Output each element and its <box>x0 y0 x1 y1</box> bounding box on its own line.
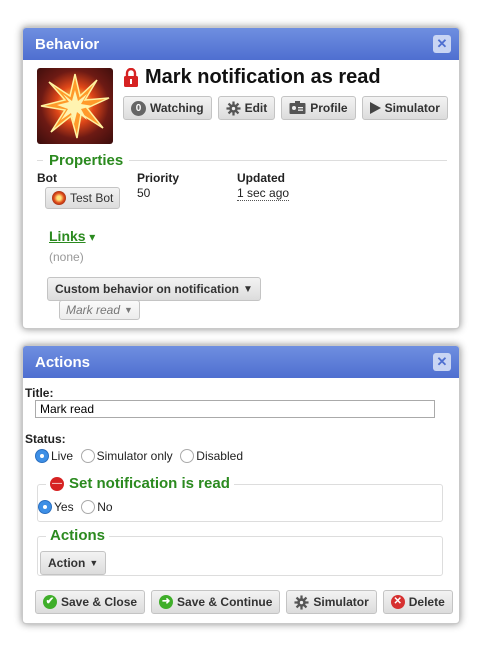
chevron-down-icon[interactable]: ▾ <box>89 230 95 244</box>
save-close-button[interactable]: ✔ Save & Close <box>35 590 146 614</box>
set-read-yes-radio[interactable] <box>38 500 52 514</box>
close-icon[interactable]: ✕ <box>433 35 451 53</box>
edit-button[interactable]: Edit <box>217 96 276 120</box>
actions-section: Actions Action ▼ <box>37 527 443 576</box>
chevron-down-icon: ▼ <box>89 558 99 568</box>
updated-column: Updated 1 sec ago <box>237 171 290 209</box>
status-radio-group: Live Simulator only Disabled <box>35 448 247 463</box>
save-continue-button[interactable]: ➜ Save & Continue <box>151 590 281 614</box>
explosion-icon <box>40 73 110 139</box>
delete-label: Delete <box>408 595 445 609</box>
gear-icon <box>226 100 241 116</box>
set-read-no-label: No <box>97 500 113 514</box>
properties-title: Properties <box>49 152 124 169</box>
actions-panel-title: Actions <box>35 354 91 371</box>
status-simulator-radio[interactable] <box>80 449 95 463</box>
priority-value: 50 <box>137 186 151 200</box>
title-input[interactable] <box>35 400 435 418</box>
properties-header: Properties <box>37 152 447 169</box>
divider <box>37 160 43 161</box>
footer-buttons: ✔ Save & Close ➜ Save & Continue Simulat… <box>35 590 453 614</box>
status-simulator-label: Simulator only <box>96 449 173 463</box>
set-read-no-radio[interactable] <box>81 500 96 514</box>
profile-label: Profile <box>310 101 348 115</box>
bot-button[interactable]: Test Bot <box>45 187 121 209</box>
status-disabled-radio[interactable] <box>180 449 195 463</box>
profile-button[interactable]: Profile <box>281 96 356 120</box>
action-dropdown-button[interactable]: Action ▼ <box>40 551 107 575</box>
custom-behavior-label: Custom behavior on notification <box>55 282 240 296</box>
behavior-panel-header: Behavior ✕ <box>23 28 459 60</box>
links-header: Links ▾ <box>49 228 95 244</box>
save-continue-label: Save & Continue <box>177 595 273 609</box>
actions-section-title: Actions <box>50 527 106 544</box>
set-read-title: Set notification is read <box>69 475 230 492</box>
watching-button[interactable]: 0 Watching <box>123 96 212 120</box>
status-label: Status: <box>25 432 66 446</box>
mark-read-label: Mark read <box>66 303 121 317</box>
status-disabled-label: Disabled <box>196 449 243 463</box>
bot-label: Bot <box>37 171 57 185</box>
chevron-down-icon: ▼ <box>243 283 253 295</box>
simulator-label: Simulator <box>384 101 440 115</box>
set-read-header: — Set notification is read <box>46 475 234 492</box>
behavior-button-row: 0 Watching Edit Profile Simulator <box>123 96 448 120</box>
check-circle-icon: ✔ <box>43 595 57 609</box>
edit-label: Edit <box>244 101 268 115</box>
actions-panel: Actions ✕ Title: Status: Live Simulator … <box>22 345 460 624</box>
behavior-panel: Behavior ✕ Mark notification as read 0 W… <box>22 27 460 329</box>
footer-simulator-label: Simulator <box>313 595 369 609</box>
actions-section-header: Actions <box>46 527 110 544</box>
updated-value: 1 sec ago <box>237 186 290 201</box>
title-row: Mark notification as read <box>123 66 381 89</box>
links-empty: (none) <box>49 250 84 264</box>
actions-panel-header: Actions ✕ <box>23 346 459 378</box>
gear-icon <box>294 594 309 610</box>
links-section: Links ▾ (none) <box>49 228 95 264</box>
divider <box>129 160 447 161</box>
priority-label: Priority <box>137 171 180 185</box>
priority-column: Priority 50 <box>137 171 237 209</box>
bot-name: Test Bot <box>70 191 114 205</box>
save-close-label: Save & Close <box>61 595 138 609</box>
profile-card-icon <box>289 101 306 114</box>
arrow-circle-icon: ➜ <box>159 595 174 609</box>
action-label: Action <box>48 556 86 570</box>
links-toggle[interactable]: Links <box>49 228 86 244</box>
properties-section: Properties Bot Test Bot Priority 50 Upda… <box>37 152 447 209</box>
set-read-yes-label: Yes <box>54 500 74 514</box>
updated-label: Updated <box>237 171 285 185</box>
set-read-radio-group: Yes No <box>38 499 117 514</box>
explosion-icon <box>52 191 66 205</box>
play-icon <box>369 102 381 114</box>
watching-label: Watching <box>150 101 204 115</box>
behavior-title: Mark notification as read <box>145 66 381 88</box>
lock-icon <box>124 67 138 87</box>
title-field: Title: <box>25 386 435 418</box>
minus-circle-icon: — <box>50 476 64 491</box>
behavior-panel-title: Behavior <box>35 36 100 53</box>
title-label: Title: <box>25 386 54 400</box>
set-read-section: — Set notification is read Yes No <box>37 475 443 522</box>
chevron-down-icon: ▼ <box>124 305 133 315</box>
status-live-label: Live <box>51 449 74 463</box>
footer-simulator-button[interactable]: Simulator <box>286 590 377 614</box>
status-field: Status: Live Simulator only Disabled <box>25 432 247 463</box>
behavior-avatar <box>37 68 113 144</box>
properties-columns: Bot Test Bot Priority 50 Updated 1 sec a… <box>37 171 447 209</box>
zero-badge-icon: 0 <box>131 100 146 116</box>
delete-button[interactable]: ✕ Delete <box>382 590 453 614</box>
bot-column: Bot Test Bot <box>37 171 137 209</box>
close-icon[interactable]: ✕ <box>433 353 451 371</box>
status-live-radio[interactable] <box>35 449 49 463</box>
simulator-button[interactable]: Simulator <box>361 96 448 120</box>
custom-behavior-button[interactable]: Custom behavior on notification ▼ <box>47 277 261 301</box>
x-circle-icon: ✕ <box>390 595 405 609</box>
mark-read-chip[interactable]: Mark read ▼ <box>59 300 140 320</box>
